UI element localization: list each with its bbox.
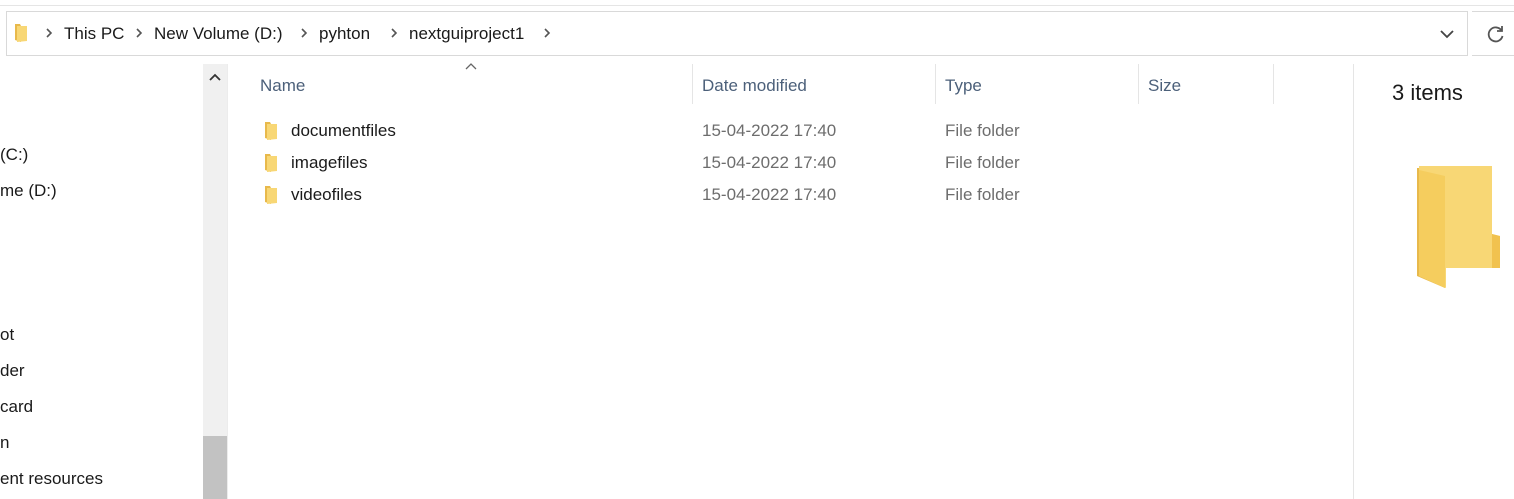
pane-divider[interactable] (227, 64, 231, 499)
file-name: videofiles (291, 185, 362, 204)
file-row[interactable]: videofiles 15-04-2022 17:40 File folder (254, 181, 1344, 209)
nav-item-card[interactable]: card (0, 397, 33, 417)
breadcrumb-pyhton[interactable]: pyhton (319, 24, 370, 44)
navigation-pane: (C:) me (D:) ot der card n ent resources (0, 64, 203, 499)
file-name: documentfiles (291, 121, 396, 140)
file-name: imagefiles (291, 153, 368, 172)
chevron-right-icon[interactable] (299, 26, 309, 40)
sort-ascending-icon (465, 63, 477, 70)
folder-icon (1417, 166, 1500, 288)
column-divider[interactable] (692, 64, 693, 104)
breadcrumb-nextguiproject1[interactable]: nextguiproject1 (409, 24, 524, 44)
file-date: 15-04-2022 17:40 (702, 153, 837, 172)
nav-item-drive-c[interactable]: (C:) (0, 145, 28, 165)
folder-icon (15, 24, 27, 42)
preview-pane-divider[interactable] (1353, 64, 1354, 499)
nav-item-resources[interactable]: ent resources (0, 469, 103, 489)
column-divider[interactable] (1273, 64, 1274, 104)
breadcrumb-this-pc[interactable]: This PC (64, 24, 124, 44)
scrollbar-thumb[interactable] (203, 436, 227, 499)
refresh-button[interactable] (1472, 11, 1514, 56)
file-type: File folder (945, 153, 1020, 172)
nav-scrollbar[interactable] (203, 64, 227, 499)
nav-item-n[interactable]: n (0, 433, 9, 453)
column-divider[interactable] (935, 64, 936, 104)
chevron-right-icon[interactable] (389, 26, 399, 40)
folder-icon (265, 186, 277, 204)
file-row[interactable]: documentfiles 15-04-2022 17:40 File fold… (254, 117, 1344, 145)
column-header-date-modified[interactable]: Date modified (702, 76, 807, 96)
folder-icon (265, 122, 277, 140)
chevron-right-icon[interactable] (134, 26, 144, 40)
chevron-right-icon[interactable] (542, 26, 552, 40)
nav-item-drive-d[interactable]: me (D:) (0, 181, 57, 201)
file-date: 15-04-2022 17:40 (702, 185, 837, 204)
refresh-icon (1487, 26, 1504, 43)
preview-item-count: 3 items (1392, 80, 1463, 105)
file-explorer-window: This PC New Volume (D:) pyhton nextguipr… (0, 0, 1514, 499)
top-divider (0, 5, 1514, 6)
chevron-right-icon[interactable] (44, 26, 54, 40)
column-header-size[interactable]: Size (1148, 76, 1181, 96)
nav-item-ot[interactable]: ot (0, 325, 14, 345)
file-type: File folder (945, 121, 1020, 140)
file-date: 15-04-2022 17:40 (702, 121, 837, 140)
chevron-up-icon[interactable] (209, 72, 221, 82)
file-row[interactable]: imagefiles 15-04-2022 17:40 File folder (254, 149, 1344, 177)
address-bar[interactable]: This PC New Volume (D:) pyhton nextguipr… (6, 11, 1468, 56)
folder-icon (265, 154, 277, 172)
column-header-type[interactable]: Type (945, 76, 982, 96)
nav-item-der[interactable]: der (0, 361, 25, 381)
chevron-down-icon[interactable] (1439, 28, 1455, 40)
file-type: File folder (945, 185, 1020, 204)
breadcrumb-new-volume[interactable]: New Volume (D:) (154, 24, 282, 44)
column-header-name[interactable]: Name (260, 76, 305, 96)
column-divider[interactable] (1138, 64, 1139, 104)
